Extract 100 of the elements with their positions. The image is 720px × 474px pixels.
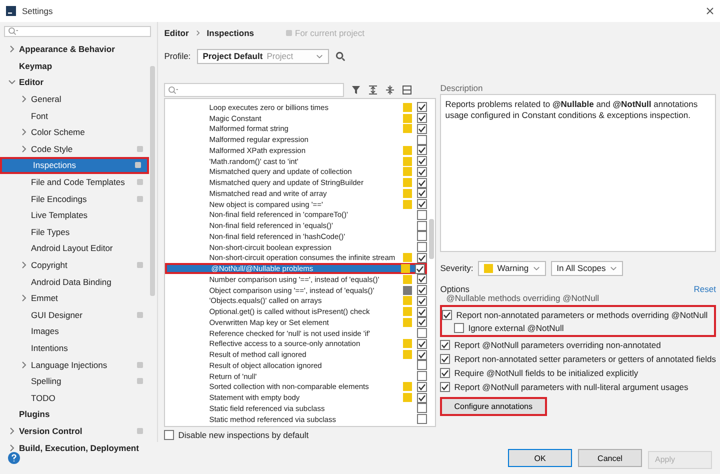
tree-item[interactable]: Emmet (0, 290, 150, 306)
dialog-button[interactable]: Cancel (578, 449, 642, 467)
tree-item[interactable]: Live Templates (0, 206, 150, 224)
chevron-right-icon[interactable] (20, 261, 28, 270)
checkbox[interactable] (417, 156, 428, 166)
chevron-right-icon[interactable] (20, 128, 28, 136)
tree-item[interactable]: GUI Designer (0, 306, 150, 324)
breadcrumb-item[interactable]: Editor (164, 28, 189, 38)
expand-all-icon[interactable] (368, 85, 378, 95)
checkbox[interactable] (417, 296, 428, 306)
checkbox[interactable] (440, 382, 450, 392)
tree-item[interactable]: Language Injections (0, 356, 150, 373)
checkbox[interactable] (454, 322, 464, 332)
checkbox[interactable] (417, 338, 428, 349)
tree-item[interactable]: Font (0, 107, 150, 124)
checkbox[interactable] (417, 403, 428, 414)
checkbox[interactable] (417, 231, 428, 242)
checkbox[interactable] (417, 382, 428, 392)
option-label: Require @NotNull fields to be initialized explicitly (454, 368, 638, 378)
checkbox[interactable] (417, 252, 428, 263)
checkbox[interactable] (417, 392, 428, 403)
checkbox[interactable] (417, 350, 428, 360)
tree-item[interactable]: File Types (0, 224, 150, 240)
profile-dropdown[interactable]: Project Default Project (196, 48, 329, 64)
tree-item[interactable]: Inspections (0, 157, 150, 174)
tree-item[interactable]: Spelling (0, 372, 150, 390)
checkbox[interactable] (417, 145, 428, 156)
checkbox[interactable] (417, 113, 428, 124)
section-heading: Options (440, 284, 470, 294)
checkbox[interactable] (417, 328, 428, 338)
checkbox[interactable] (417, 371, 428, 382)
tree-item[interactable]: TODO (0, 389, 150, 406)
checkbox[interactable] (440, 340, 450, 350)
tree-item[interactable]: Android Data Binding (0, 273, 150, 290)
option-label: Report @NotNull parameters overriding non-annotated (454, 340, 661, 350)
tree-item[interactable]: Keymap (0, 58, 150, 74)
tree-item[interactable]: File and Code Templates (0, 174, 150, 190)
chevron-down-icon[interactable] (8, 78, 16, 86)
filter-icon[interactable] (351, 85, 362, 95)
panel-icon[interactable] (402, 85, 412, 95)
tree-item[interactable]: Version Control (0, 422, 150, 440)
checkbox[interactable] (417, 134, 428, 145)
checkbox[interactable] (417, 306, 428, 317)
severity-label: Severity: (440, 263, 474, 273)
tree-item[interactable]: Color Scheme (0, 124, 150, 141)
search-icon (8, 27, 19, 36)
tree-item[interactable]: Editor (0, 74, 150, 91)
checkbox[interactable] (417, 414, 428, 424)
option-label: @Nullable methods overriding @NotNull (446, 294, 600, 303)
chevron-right-icon[interactable] (8, 426, 16, 435)
checkbox[interactable] (440, 354, 450, 364)
checkbox[interactable] (417, 210, 428, 220)
scope-dropdown[interactable]: In All Scopes (550, 260, 623, 276)
checkbox[interactable] (417, 124, 428, 134)
checkbox[interactable] (417, 285, 428, 296)
caret-icon (532, 264, 540, 272)
search-field[interactable] (164, 83, 344, 97)
scrollbar[interactable] (150, 66, 156, 296)
checkbox[interactable] (417, 360, 428, 370)
severity-dropdown[interactable]: Warning (478, 260, 546, 276)
checkbox[interactable] (417, 274, 428, 284)
configure-annotations-button[interactable]: Configure annotations (440, 397, 546, 416)
scrollbar[interactable] (429, 219, 434, 259)
chevron-right-icon[interactable] (20, 294, 28, 302)
checkbox[interactable] (417, 242, 428, 252)
reset-link[interactable]: Reset (694, 284, 716, 294)
checkbox[interactable] (417, 220, 428, 231)
checkbox[interactable] (417, 199, 428, 210)
close-icon[interactable] (706, 7, 714, 15)
tree-item[interactable]: Build, Execution, Deployment (0, 439, 150, 456)
tree-item[interactable]: General (0, 90, 150, 108)
checkbox[interactable] (417, 166, 428, 177)
tree-item[interactable]: Intentions (0, 340, 150, 356)
dialog-button[interactable]: OK (508, 449, 572, 467)
checkbox[interactable] (417, 102, 428, 112)
tree-item[interactable]: Code Style (0, 140, 150, 158)
checkbox[interactable] (415, 264, 426, 274)
tree-item[interactable]: File Encodings (0, 190, 150, 207)
checkbox[interactable] (417, 188, 428, 198)
chevron-right-icon[interactable] (20, 95, 28, 104)
checkbox[interactable] (417, 178, 428, 188)
checkbox[interactable] (440, 368, 450, 378)
checkbox[interactable] (417, 317, 428, 328)
option-label: Report @NotNull parameters with null-literal argument usages (454, 382, 688, 392)
chevron-right-icon[interactable] (8, 444, 16, 452)
collapse-all-icon[interactable] (385, 85, 396, 95)
help-icon[interactable] (8, 452, 20, 464)
tree-item[interactable]: Copyright (0, 256, 150, 274)
tree-item[interactable]: Appearance & Behavior (0, 41, 150, 58)
tree-item[interactable]: Images (0, 323, 150, 340)
search-field[interactable] (4, 26, 152, 37)
chevron-right-icon[interactable] (20, 360, 28, 369)
tree-item[interactable]: Android Layout Editor (0, 240, 150, 257)
checkbox[interactable] (442, 310, 452, 320)
tree-item[interactable]: Plugins (0, 406, 150, 423)
app-icon (6, 6, 16, 16)
chevron-right-icon[interactable] (20, 144, 28, 153)
chevron-right-icon[interactable] (8, 45, 16, 54)
chevron-right-icon (194, 30, 201, 36)
checkbox[interactable] (164, 430, 174, 440)
